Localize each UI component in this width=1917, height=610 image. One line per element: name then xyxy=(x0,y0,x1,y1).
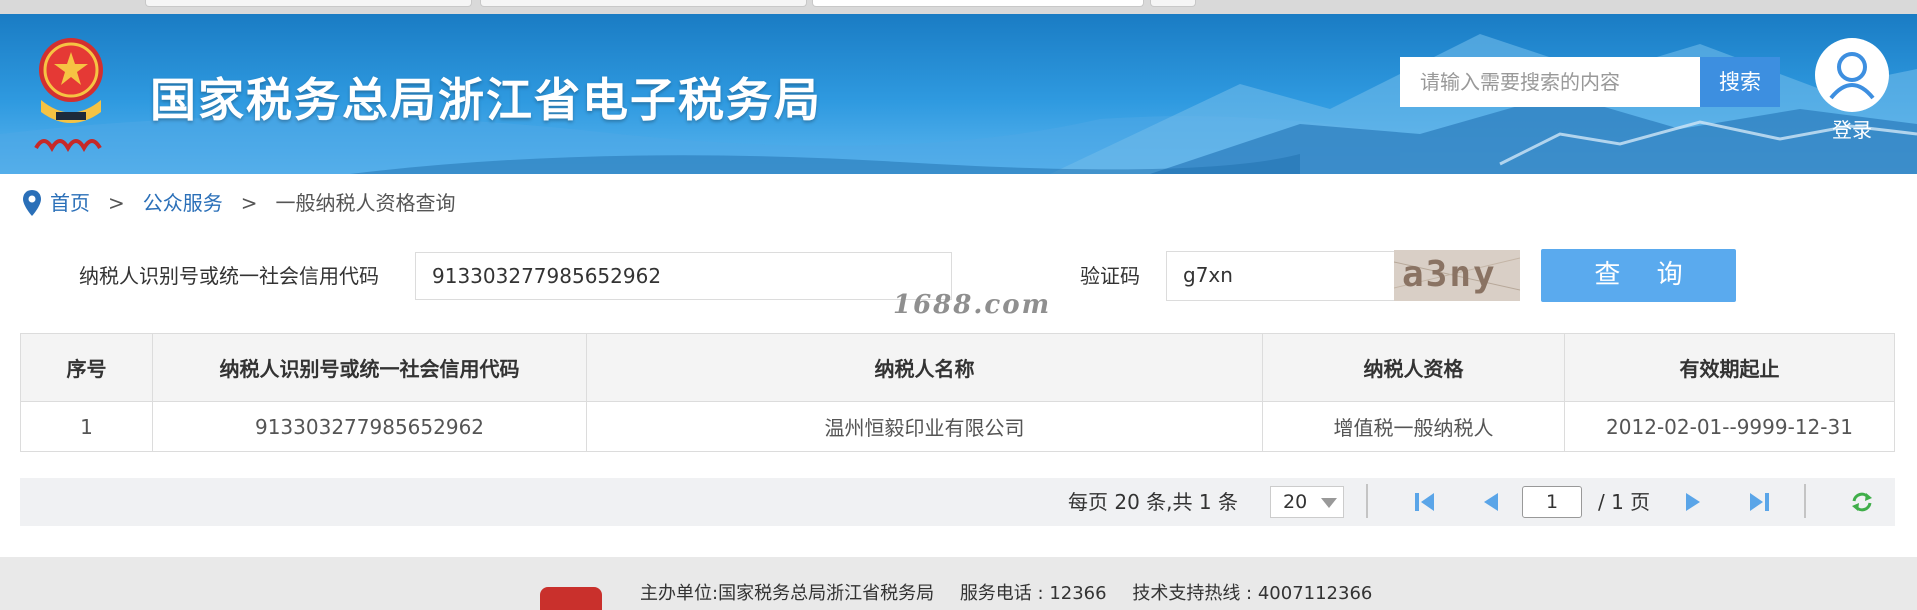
breadcrumb-current: 一般纳税人资格查询 xyxy=(275,191,456,215)
breadcrumb-separator: > xyxy=(240,191,258,215)
cell-taxpayer-name: 温州恒毅印业有限公司 xyxy=(586,401,1263,452)
watermark: 1688.com xyxy=(893,290,1052,320)
column-header-taxpayer-name: 纳税人名称 xyxy=(586,333,1263,402)
pagination-summary: 每页 20 条,共 1 条 xyxy=(1068,490,1238,514)
footer-support: 技术支持热线 : 4007112366 xyxy=(1132,583,1373,604)
browser-tab-active[interactable] xyxy=(812,0,1144,7)
table-row: 1 913303277985652962 温州恒毅印业有限公司 增值税一般纳税人… xyxy=(20,401,1895,452)
table-header-row: 序号 纳税人识别号或统一社会信用代码 纳税人名称 纳税人资格 有效期起止 xyxy=(20,333,1895,402)
next-page-icon[interactable] xyxy=(1680,490,1706,514)
breadcrumb-separator: > xyxy=(108,191,125,215)
captcha-label: 验证码 xyxy=(1080,264,1140,288)
search-input[interactable]: 请输入需要搜索的内容 xyxy=(1400,57,1700,107)
browser-tab[interactable] xyxy=(480,0,807,7)
cell-validity: 2012-02-01--9999-12-31 xyxy=(1564,401,1895,452)
refresh-icon[interactable] xyxy=(1849,490,1875,514)
taxpayer-id-label: 纳税人识别号或统一社会信用代码 xyxy=(79,264,379,288)
site-title: 国家税务总局浙江省电子税务局 xyxy=(150,73,822,127)
column-header-index: 序号 xyxy=(20,333,153,402)
captcha-input[interactable]: g7xn xyxy=(1166,251,1396,301)
search-button[interactable]: 搜索 xyxy=(1700,57,1780,107)
page-size-select[interactable]: 20 xyxy=(1270,486,1344,518)
chevron-down-icon xyxy=(1321,498,1337,508)
location-pin-icon xyxy=(23,190,41,216)
query-button[interactable]: 查 询 xyxy=(1541,249,1736,302)
column-header-taxpayer-id: 纳税人识别号或统一社会信用代码 xyxy=(152,333,587,402)
breadcrumb-home[interactable]: 首页 xyxy=(50,188,90,218)
column-header-qualification: 纳税人资格 xyxy=(1262,333,1565,402)
browser-tab-new[interactable] xyxy=(1150,0,1196,7)
site-header: 国家税务总局浙江省电子税务局 请输入需要搜索的内容 搜索 登录 xyxy=(0,14,1917,174)
browser-tab-strip xyxy=(0,0,1917,14)
cell-qualification: 增值税一般纳税人 xyxy=(1262,401,1565,452)
captcha-image[interactable]: a3ny xyxy=(1394,250,1520,301)
taxpayer-id-input[interactable]: 913303277985652962 xyxy=(415,252,952,300)
breadcrumb: 首页 > 公众服务 > 一般纳税人资格查询 xyxy=(22,188,456,218)
first-page-icon[interactable] xyxy=(1412,490,1438,514)
footer-phone: 服务电话 : 12366 xyxy=(959,583,1107,604)
login-link[interactable]: 登录 xyxy=(1815,114,1889,143)
cell-taxpayer-id: 913303277985652962 xyxy=(152,401,587,452)
footer-info: 主办单位:国家税务总局浙江省税务局 服务电话 : 12366 技术支持热线 : … xyxy=(640,579,1392,605)
national-tax-emblem xyxy=(34,38,103,153)
pager-divider xyxy=(1804,484,1806,518)
current-page-input[interactable]: 1 xyxy=(1522,486,1582,518)
browser-tab[interactable] xyxy=(145,0,472,7)
breadcrumb-public-services[interactable]: 公众服务 xyxy=(143,188,223,218)
page-size-value: 20 xyxy=(1283,491,1308,513)
column-header-validity: 有效期起止 xyxy=(1564,333,1895,402)
total-pages: / 1 页 xyxy=(1598,490,1651,514)
footer-logo xyxy=(540,587,602,610)
last-page-icon[interactable] xyxy=(1746,490,1772,514)
footer-host: 主办单位:国家税务总局浙江省税务局 xyxy=(640,583,935,604)
site-footer: 主办单位:国家税务总局浙江省税务局 服务电话 : 12366 技术支持热线 : … xyxy=(0,557,1917,610)
pager-divider xyxy=(1366,484,1368,518)
login-avatar-icon[interactable] xyxy=(1815,38,1889,112)
pagination-bar: 每页 20 条,共 1 条 20 1 / 1 页 xyxy=(20,478,1895,526)
previous-page-icon[interactable] xyxy=(1478,490,1504,514)
results-table: 序号 纳税人识别号或统一社会信用代码 纳税人名称 纳税人资格 有效期起止 1 9… xyxy=(20,333,1895,452)
captcha-text: a3ny xyxy=(1402,254,1497,295)
cell-index: 1 xyxy=(20,401,153,452)
